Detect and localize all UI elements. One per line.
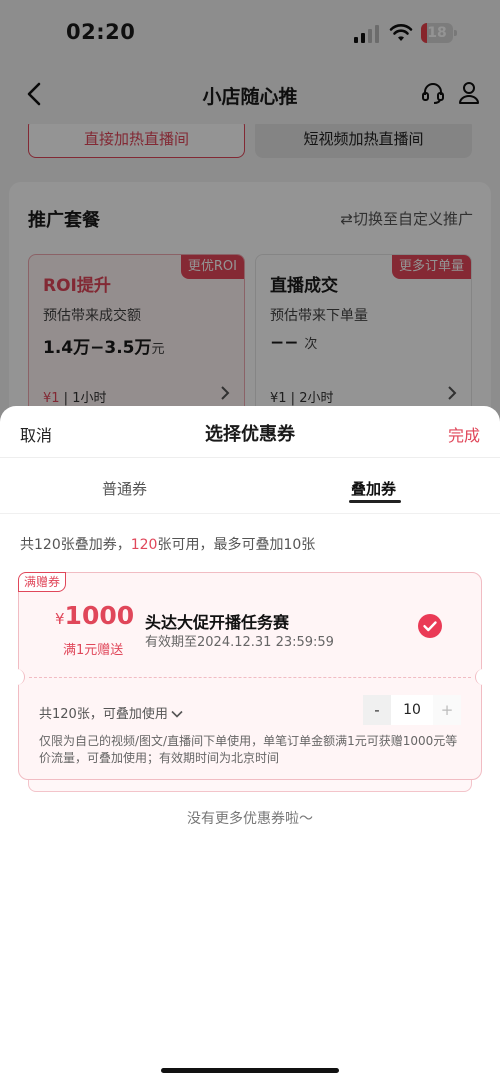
check-circle-icon[interactable] [417,613,443,639]
coupon-summary: 共120张叠加券，120张可用，最多可叠加10张 [20,534,315,554]
home-indicator [161,1068,339,1073]
sheet-title: 选择优惠券 [205,424,295,445]
done-button[interactable]: 完成 [448,422,480,446]
summary-available-count: 120 [130,537,158,553]
coupon-divider [29,677,471,678]
coupon-badge: 满赠券 [18,572,67,592]
coupon-stack-shadow [28,778,472,792]
tab-active-indicator [349,500,401,503]
sheet-header: 取消 选择优惠券 完成 [0,406,500,458]
tab-normal-coupon[interactable]: 普通券 [102,478,147,499]
summary-prefix: 共120张叠加券， [20,537,131,553]
coupon-card[interactable]: 满赠券 ¥1000 满1元赠送 头达大促开播任务赛 有效期至2024.12.31… [11,572,489,780]
coupon-tabs: 普通券 叠加券 [0,458,500,514]
currency-symbol: ¥ [55,610,65,628]
coupon-amount-value: 1000 [64,601,135,630]
quantity-value[interactable]: 10 [391,695,433,725]
coupon-condition: 满1元赠送 [63,643,124,658]
coupon-validity: 有效期至2024.12.31 23:59:59 [145,635,334,650]
tab-stack-coupon[interactable]: 叠加券 [351,478,396,499]
coupon-amount: ¥1000 [55,601,134,630]
coupon-count-toggle[interactable]: 共120张，可叠加使用 [39,703,183,722]
decrement-button[interactable]: - [363,695,391,725]
quantity-stepper: - 10 + [363,695,461,725]
no-more-coupons: 没有更多优惠券啦～ [187,811,313,827]
coupon-count-text: 共120张，可叠加使用 [39,707,168,722]
coupon-sheet: 取消 选择优惠券 完成 普通券 叠加券 共120张叠加券，120张可用，最多可叠… [0,406,500,1084]
summary-suffix: 张可用，最多可叠加10张 [157,537,316,553]
chevron-down-icon [171,710,183,718]
coupon-description: 仅限为自己的视频/图文/直播间下单使用，单笔订单金额满1元可获赠1000元等价流… [39,734,458,765]
increment-button[interactable]: + [433,695,461,725]
coupon-name: 头达大促开播任务赛 [145,613,290,632]
